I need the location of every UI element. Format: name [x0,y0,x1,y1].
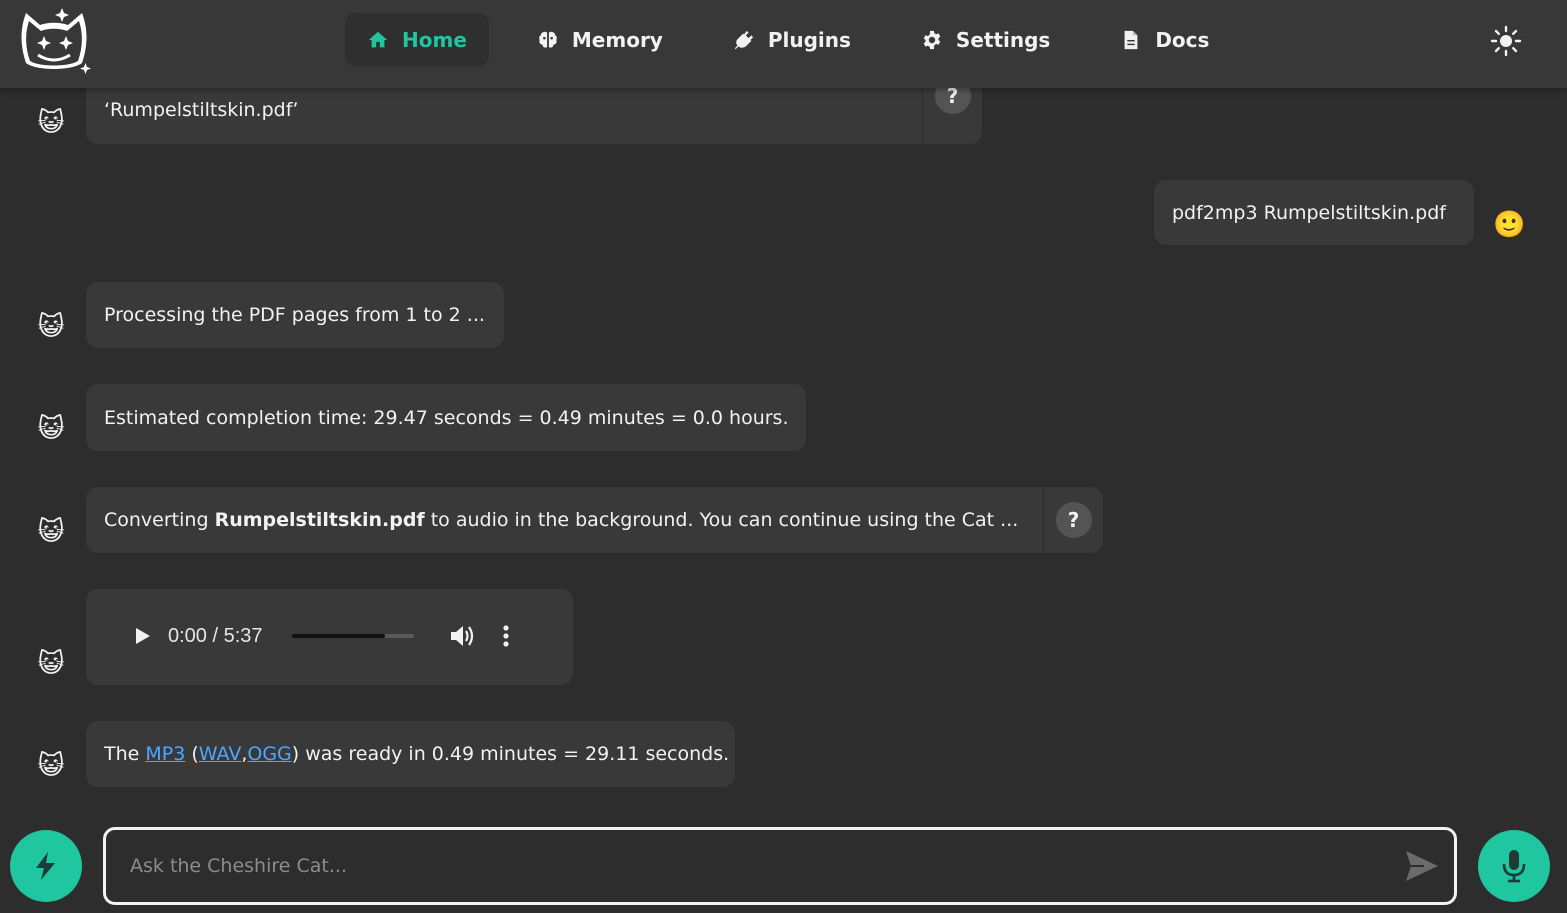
why-button[interactable]: ? [1055,502,1092,538]
user-message: pdf2mp3 Rumpelstiltskin.pdf [1154,180,1474,245]
cat-avatar-icon: 😺 [37,108,65,138]
message-text-end: ) was ready in 0.49 minutes = 29.11 seco… [291,743,730,765]
audio-time: 0:00 / 5:37 [168,624,263,647]
document-icon [1124,30,1138,49]
cat-message: Processing the PDF pages from 1 to 2 ... [86,282,504,348]
message-text: Processing the PDF pages from 1 to 2 ... [104,304,485,326]
message-bubble: Estimated completion time: 29.47 seconds… [86,384,806,451]
plug-icon [734,30,754,49]
file-name: Rumpelstiltskin.pdf [214,509,425,531]
nav-settings[interactable]: Settings [899,13,1072,66]
message-text-end: to audio in the background. You can cont… [424,509,1019,531]
sun-icon[interactable] [1490,25,1522,57]
volume-icon[interactable] [448,622,476,650]
cat-avatar-icon: 😺 [37,414,65,444]
nav-plugins-label: Plugins [767,27,851,52]
nav-settings-label: Settings [955,27,1051,52]
cat-message: Estimated completion time: 29.47 seconds… [86,384,806,451]
chat-input[interactable] [130,846,1390,886]
message-text: ‘Rumpelstiltskin.pdf’ [104,99,299,121]
message-text-start: The [104,743,146,765]
chat-input-box [103,827,1457,905]
top-nav-bar: Home Memory Plugins Settings Docs [0,0,1567,88]
more-options-icon[interactable] [496,622,516,650]
audio-player: 0:00 / 5:37 [86,589,573,685]
nav-memory[interactable]: Memory [515,13,685,66]
message-text: Converting Rumpelstiltskin.pdf to audio … [86,507,1036,533]
lightning-icon [36,852,55,880]
cat-avatar-icon: 😺 [37,517,65,547]
nav-home-label: Home [402,27,467,52]
cat-avatar-icon: 😺 [37,312,65,342]
cat-message: The MP3 (WAV,OGG) was ready in 0.49 minu… [86,721,735,787]
ogg-link[interactable]: OGG [247,743,291,765]
help-cell: ? [1043,487,1103,553]
nav-plugins[interactable]: Plugins [711,13,873,66]
mp3-link[interactable]: MP3 [145,743,185,765]
brain-icon [539,31,557,48]
volume-level [292,634,385,638]
message-bubble: Processing the PDF pages from 1 to 2 ... [86,282,504,348]
cat-message: Converting Rumpelstiltskin.pdf to audio … [86,487,1103,553]
play-icon [136,628,150,644]
paren-open: ( [185,743,199,765]
message-text: pdf2mp3 Rumpelstiltskin.pdf [1172,201,1446,224]
home-icon [368,31,388,47]
nav-home[interactable]: Home [345,13,489,66]
message-text: The MP3 (WAV,OGG) was ready in 0.49 minu… [86,741,735,767]
volume-track[interactable] [292,634,414,638]
nav-docs-label: Docs [1155,27,1210,52]
cheshire-cat-logo[interactable] [16,5,92,75]
message-text: Estimated completion time: 29.47 seconds… [104,406,789,429]
voice-input-button[interactable] [1478,830,1550,902]
cat-avatar-icon: 😺 [37,751,65,781]
message-bubble: pdf2mp3 Rumpelstiltskin.pdf [1154,180,1474,245]
audio-controls: 0:00 / 5:37 [126,619,516,653]
gear-icon [923,30,941,49]
main-nav: Home Memory Plugins Settings Docs [345,13,1257,66]
nav-memory-label: Memory [571,27,663,52]
message-text-start: Converting [104,509,215,531]
play-button[interactable] [126,619,160,653]
message-bubble: The MP3 (WAV,OGG) was ready in 0.49 minu… [86,721,735,787]
user-avatar-icon: 🙂 [1493,210,1526,240]
prompt-suggestions-button[interactable] [10,830,82,902]
wav-link[interactable]: WAV [199,743,242,765]
send-icon[interactable] [1404,849,1440,883]
message-bubble: Converting Rumpelstiltskin.pdf to audio … [86,487,1043,553]
nav-docs[interactable]: Docs [1098,13,1231,66]
cat-avatar-icon: 😺 [37,649,65,679]
app: Home Memory Plugins Settings Docs 😺 ‘Rum… [0,0,1567,913]
microphone-icon [1502,850,1526,883]
